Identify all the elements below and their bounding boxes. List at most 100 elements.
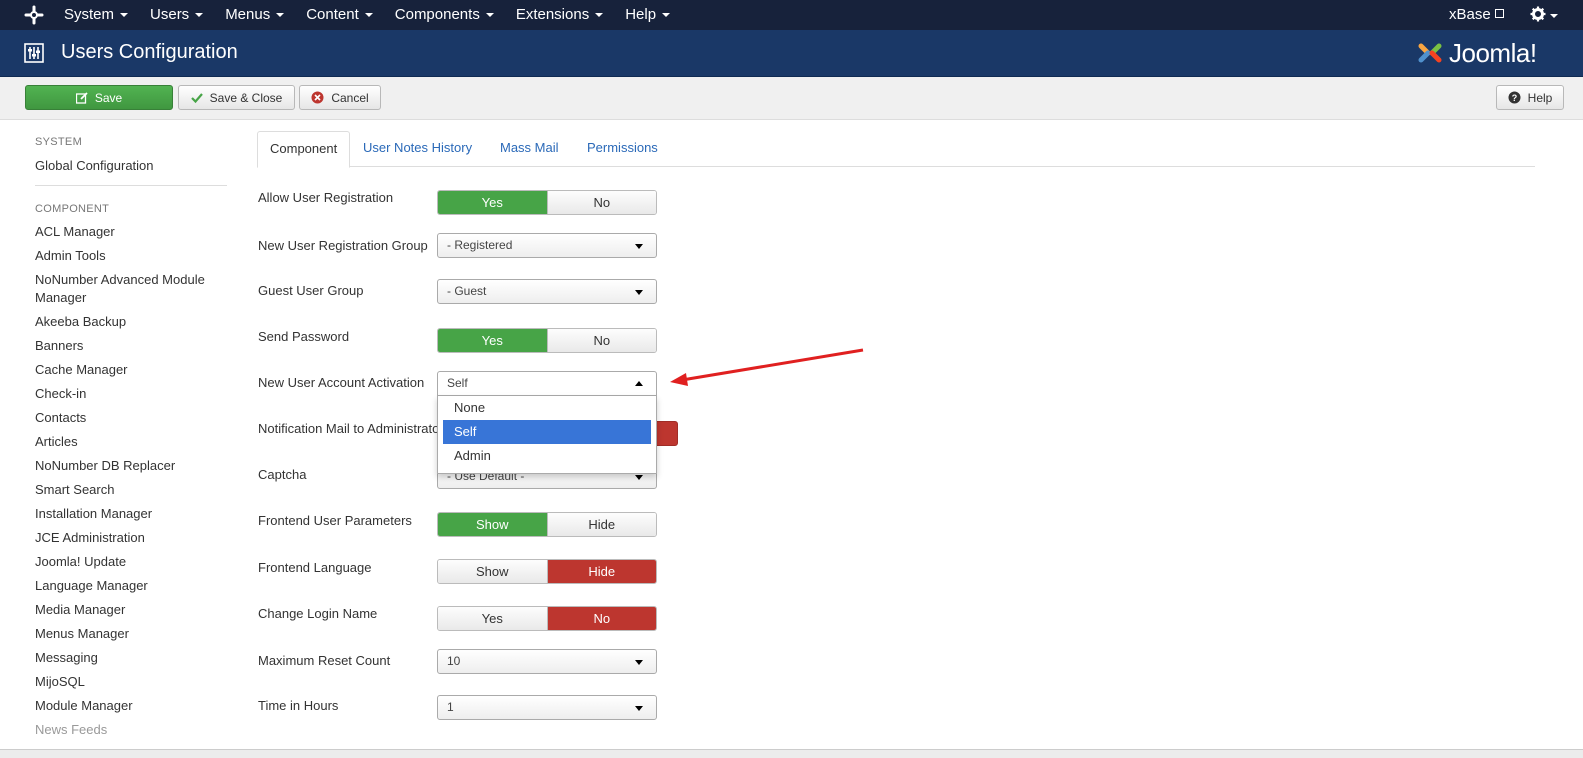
cancel-label: Cancel <box>331 90 369 105</box>
send-password-no[interactable]: No <box>546 329 656 352</box>
gear-icon[interactable] <box>1530 6 1546 22</box>
menu-content[interactable]: Content <box>306 0 373 30</box>
caret-down-icon <box>1550 14 1558 18</box>
help-button[interactable]: ? Help <box>1496 85 1564 110</box>
menu-components-label: Components <box>394 6 480 23</box>
sidebar-item[interactable]: Smart Search <box>35 481 230 499</box>
tab-permissions[interactable]: Permissions <box>587 131 658 167</box>
sidebar-item[interactable]: NoNumber DB Replacer <box>35 457 230 475</box>
frontend-language-label: Frontend Language <box>258 560 372 575</box>
joomla-brand: Joomla! <box>1415 35 1537 71</box>
chevron-down-icon <box>635 290 643 295</box>
allow-registration-no[interactable]: No <box>546 191 656 214</box>
allow-registration-yes[interactable]: Yes <box>438 191 547 214</box>
cancel-button[interactable]: Cancel <box>299 85 381 110</box>
save-close-label: Save & Close <box>209 90 283 105</box>
guest-group-select[interactable]: - Guest <box>437 279 657 304</box>
site-name: xBase <box>1449 6 1491 23</box>
frontend-params-show[interactable]: Show <box>438 513 547 536</box>
sidebar-divider <box>35 185 227 186</box>
sidebar-item[interactable]: Cache Manager <box>35 361 230 379</box>
account-activation-options: None Self Admin <box>437 396 657 474</box>
sidebar-item[interactable]: ACL Manager <box>35 223 230 241</box>
sidebar-item[interactable]: Contacts <box>35 409 230 427</box>
joomla-brand-icon <box>1418 43 1442 63</box>
time-hours-label: Time in Hours <box>258 698 339 713</box>
sidebar-item[interactable]: Module Manager <box>35 697 230 715</box>
menu-menus[interactable]: Menus <box>225 0 285 30</box>
menu-help[interactable]: Help <box>625 0 671 30</box>
change-login-no[interactable]: No <box>546 607 656 630</box>
time-hours-select[interactable]: 1 <box>437 695 657 720</box>
sidebar-heading-system: SYSTEM <box>35 136 83 148</box>
sidebar-item[interactable]: Media Manager <box>35 601 230 619</box>
change-login-yes[interactable]: Yes <box>438 607 547 630</box>
main-menu: System Users Menus Content Components Ex… <box>64 0 692 30</box>
max-reset-value: 10 <box>447 654 461 668</box>
sidebar-item[interactable]: Joomla! Update <box>35 553 230 571</box>
save-button[interactable]: Save <box>25 85 173 110</box>
sidebar-item[interactable]: MijoSQL <box>35 673 230 691</box>
menu-users[interactable]: Users <box>150 0 204 30</box>
registration-group-label: New User Registration Group <box>258 238 428 253</box>
menu-help-label: Help <box>625 6 657 23</box>
caret-down-icon <box>485 13 494 18</box>
annotation-arrow-icon <box>670 348 864 386</box>
send-password-yes[interactable]: Yes <box>438 329 547 352</box>
sidebar-item[interactable]: Messaging <box>35 649 230 667</box>
allow-registration-toggle: Yes No <box>437 190 657 215</box>
frontend-language-hide[interactable]: Hide <box>546 560 656 583</box>
sidebar-item[interactable]: JCE Administration <box>35 529 230 547</box>
status-bar <box>0 749 1583 758</box>
account-activation-label: New User Account Activation <box>258 375 425 390</box>
frontend-params-label: Frontend User Parameters <box>258 513 412 528</box>
sidebar-item[interactable]: Banners <box>35 337 230 355</box>
help-label: Help <box>1527 90 1553 105</box>
tab-mass-mail[interactable]: Mass Mail <box>500 131 559 167</box>
site-link[interactable]: xBase <box>1449 0 1504 30</box>
guest-group-label: Guest User Group <box>258 283 364 298</box>
page-header: Users Configuration Joomla! <box>0 30 1583 77</box>
top-navbar: System Users Menus Content Components Ex… <box>0 0 1583 30</box>
account-activation-select[interactable]: Self <box>437 371 657 396</box>
tab-user-notes-history[interactable]: User Notes History <box>363 131 472 167</box>
option-self[interactable]: Self <box>443 420 651 444</box>
sidebar-item[interactable]: Articles <box>35 433 230 451</box>
menu-menus-label: Menus <box>225 6 271 23</box>
save-close-button[interactable]: Save & Close <box>178 85 295 110</box>
frontend-language-show[interactable]: Show <box>438 560 547 583</box>
sidebar-item-global-configuration[interactable]: Global Configuration <box>35 157 154 175</box>
sidebar-item[interactable]: Installation Manager <box>35 505 230 523</box>
sidebar-item[interactable]: Akeeba Backup <box>35 313 230 331</box>
sidebar-item[interactable]: News Feeds <box>35 721 230 739</box>
registration-group-value: - Registered <box>447 238 513 252</box>
frontend-params-hide[interactable]: Hide <box>546 513 656 536</box>
config-tabs: Component User Notes History Mass Mail P… <box>257 131 1535 168</box>
toolbar: Save Save & Close Cancel ? Help <box>0 77 1583 120</box>
menu-extensions[interactable]: Extensions <box>515 0 604 30</box>
sidebar-item[interactable]: Admin Tools <box>35 247 230 265</box>
menu-system[interactable]: System <box>64 0 129 30</box>
sidebar-item[interactable]: Language Manager <box>35 577 230 595</box>
sidebar-item[interactable]: Check-in <box>35 385 230 403</box>
frontend-params-toggle: Show Hide <box>437 512 657 537</box>
menu-components[interactable]: Components <box>395 0 494 30</box>
chevron-down-icon <box>635 244 643 249</box>
menu-content-label: Content <box>306 6 359 23</box>
joomla-logo-icon[interactable] <box>24 5 44 25</box>
max-reset-select[interactable]: 10 <box>437 649 657 674</box>
account-activation-value: Self <box>447 376 468 390</box>
caret-down-icon <box>662 13 671 18</box>
sidebar-item[interactable]: NoNumber Advanced Module Manager <box>35 271 215 307</box>
frontend-language-toggle: Show Hide <box>437 559 657 584</box>
sidebar-item[interactable]: Menus Manager <box>35 625 230 643</box>
menu-extensions-label: Extensions <box>515 6 590 23</box>
option-none[interactable]: None <box>443 396 651 420</box>
external-link-icon <box>1494 9 1504 18</box>
tab-component[interactable]: Component <box>257 131 351 168</box>
option-admin[interactable]: Admin <box>443 444 651 468</box>
sliders-icon <box>24 43 44 63</box>
chevron-down-icon <box>635 475 643 480</box>
registration-group-select[interactable]: - Registered <box>437 233 657 258</box>
svg-text:?: ? <box>1511 93 1517 103</box>
